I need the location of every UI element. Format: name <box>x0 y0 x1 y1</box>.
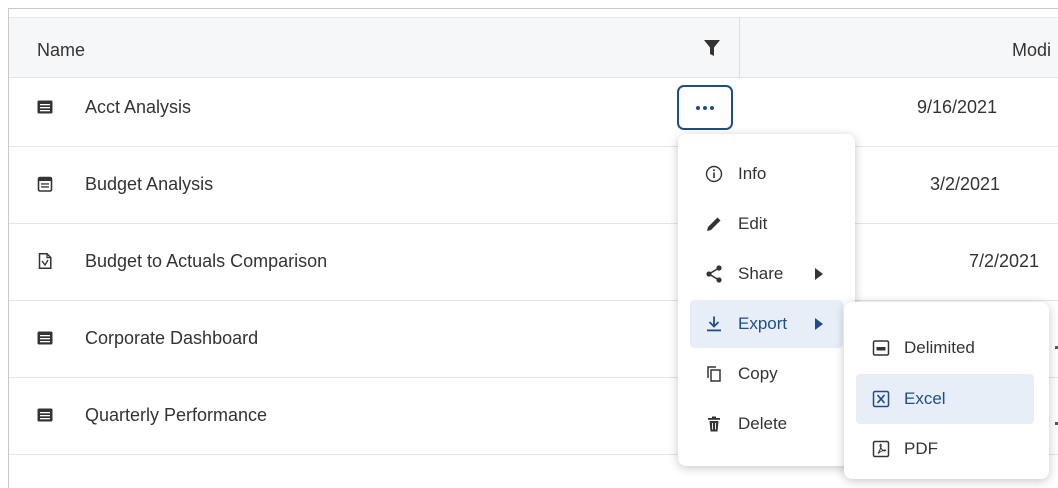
report-name[interactable]: Acct Analysis <box>85 97 191 118</box>
report-name[interactable]: Budget to Actuals Comparison <box>85 251 327 272</box>
submenu-item-delimited[interactable]: Delimited <box>856 323 1034 373</box>
table-row[interactable]: Acct Analysis 9/16/2021 <box>9 70 1058 147</box>
calendar-report-icon <box>37 176 53 192</box>
report-name[interactable]: Quarterly Performance <box>85 405 267 426</box>
menu-item-delete[interactable]: Delete <box>690 400 843 448</box>
menu-item-share[interactable]: Share <box>690 250 843 298</box>
submenu-item-label: Excel <box>904 389 946 408</box>
table-report-icon <box>37 408 53 422</box>
trash-icon <box>708 416 720 432</box>
export-submenu: Delimited Excel PDF <box>844 302 1049 479</box>
report-list-panel: Name Modi Acct Analysis 9/16/2021 Budget… <box>8 8 1058 488</box>
table-row[interactable]: Budget to Actuals Comparison 7/2/2021 <box>9 224 1058 301</box>
filter-icon[interactable] <box>703 39 721 57</box>
menu-item-info[interactable]: Info <box>690 150 843 198</box>
menu-item-export[interactable]: Export <box>690 300 843 348</box>
share-icon <box>706 265 722 283</box>
pencil-icon <box>707 217 721 231</box>
copy-icon <box>707 366 721 382</box>
column-header-modified[interactable]: Modi <box>1012 40 1051 61</box>
modified-date: 9/16/2021 <box>917 97 998 117</box>
table-report-icon <box>37 100 53 114</box>
pdf-file-icon <box>872 440 890 458</box>
ellipsis-dot <box>710 105 714 110</box>
menu-item-label: Copy <box>738 364 778 383</box>
submenu-item-label: PDF <box>904 439 938 458</box>
document-chart-icon <box>38 253 52 269</box>
submenu-arrow-icon <box>815 268 823 280</box>
more-actions-button[interactable] <box>677 85 733 130</box>
menu-item-label: Edit <box>738 214 768 233</box>
table-row[interactable]: Budget Analysis 3/2/2021 <box>9 147 1058 224</box>
ellipsis-dot <box>703 105 707 110</box>
table-report-icon <box>37 331 53 345</box>
modified-date: 7/2/2021 <box>969 251 1040 271</box>
submenu-item-label: Delimited <box>904 338 975 357</box>
csv-file-icon <box>872 340 890 356</box>
menu-item-label: Share <box>738 264 784 283</box>
excel-file-icon <box>872 390 890 408</box>
modified-date: 3/2/2021 <box>930 174 1001 194</box>
menu-item-label: Delete <box>738 414 788 433</box>
table-header: Name Modi <box>9 17 1058 78</box>
info-icon <box>705 165 723 183</box>
menu-item-label: Export <box>738 314 788 333</box>
menu-item-copy[interactable]: Copy <box>690 350 843 398</box>
submenu-arrow-icon <box>815 318 823 330</box>
report-name[interactable]: Corporate Dashboard <box>85 328 258 349</box>
menu-item-edit[interactable]: Edit <box>690 200 843 248</box>
menu-item-label: Info <box>738 164 767 183</box>
ellipsis-dot <box>696 105 700 110</box>
column-header-name[interactable]: Name <box>37 40 85 61</box>
submenu-item-excel[interactable]: Excel <box>856 374 1034 424</box>
report-name[interactable]: Budget Analysis <box>85 174 213 195</box>
download-icon <box>707 316 721 332</box>
context-menu: Info Edit Share Export Copy Delete <box>678 134 855 466</box>
column-separator[interactable] <box>739 18 740 78</box>
submenu-item-pdf[interactable]: PDF <box>856 424 1034 474</box>
